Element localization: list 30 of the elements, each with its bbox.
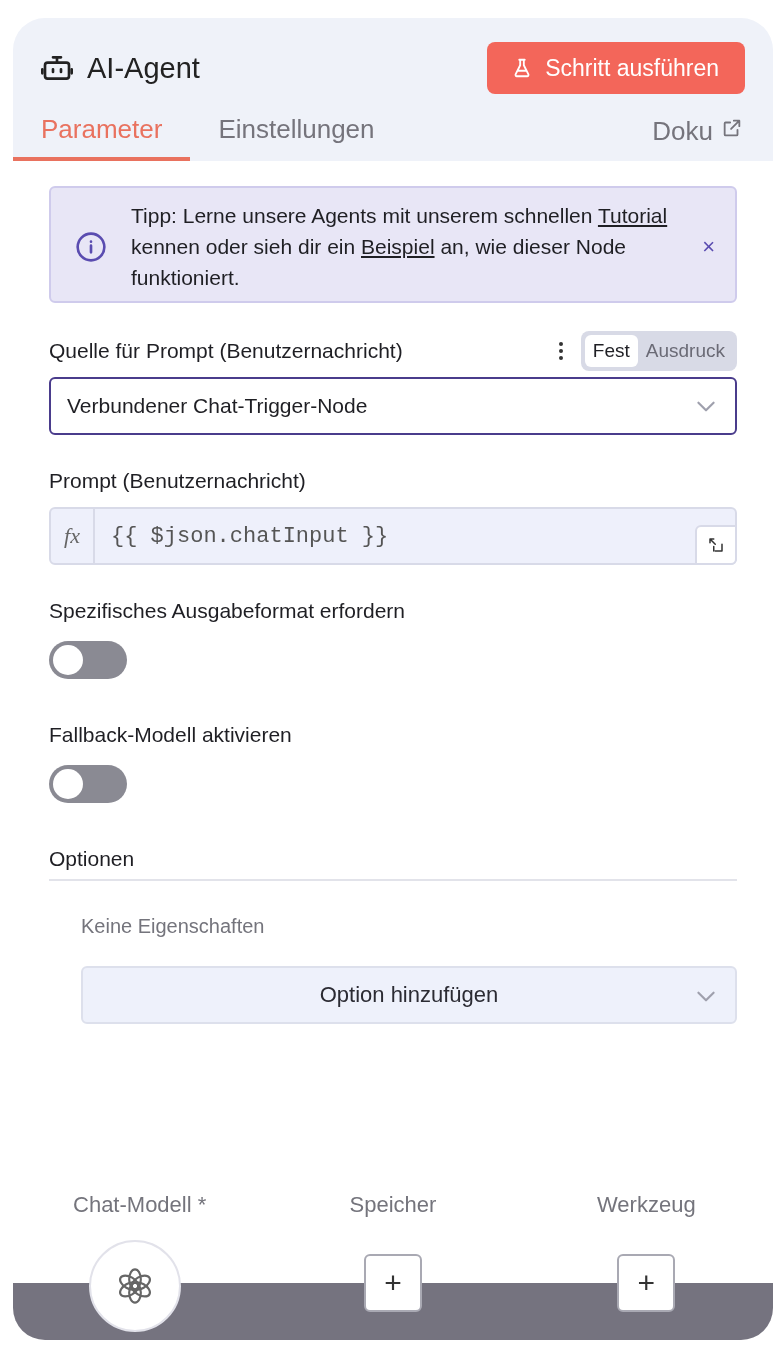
mode-option[interactable]: Ausdruck [637, 335, 733, 367]
field-label: Spezifisches Ausgabeformat erfordern [49, 599, 406, 623]
empty-text: Keine Eigenschaften [81, 915, 266, 938]
connector-label: Chat-Modell * [72, 1192, 208, 1218]
field-label: Fallback-Modell aktivieren [49, 723, 292, 747]
mode-option[interactable]: Fest [584, 335, 638, 367]
tip-link[interactable]: Tutorial [597, 204, 668, 227]
toggle-switch[interactable] [49, 765, 127, 803]
field-label: Prompt (Benutzernachricht) [49, 469, 306, 493]
add-button[interactable]: + [364, 1254, 422, 1312]
add-option-button[interactable]: Option hinzufügen [81, 966, 737, 1024]
expression-value: {{ $json.chatInput }} [110, 522, 389, 551]
connector-label: Werkzeug [596, 1192, 697, 1218]
tip-link[interactable]: Beispiel [361, 235, 435, 258]
toggle-switch[interactable] [49, 641, 127, 679]
select-field[interactable]: Verbundener Chat-Trigger-Node [49, 377, 737, 435]
expression-field[interactable]: fx {{ $json.chatInput }} [49, 507, 737, 565]
expand-icon [707, 536, 725, 554]
tip-text: Tipp: Lerne unsere Agents mit unserem schnellen Tutorial kennen oder sieh dir ein Beispiel an, wie dieser Node funktioniert. [131, 203, 669, 291]
section-title: Optionen [49, 847, 737, 881]
fx-label: fx [51, 509, 95, 563]
field-label: Quelle für Prompt (Benutzernachricht) [49, 339, 403, 363]
node-title: AI-Agent [87, 51, 200, 85]
docs-link[interactable]: Doku [652, 116, 743, 161]
expand-button[interactable] [695, 525, 737, 565]
tab[interactable]: Einstellungen [190, 114, 403, 161]
add-button[interactable]: + [617, 1254, 676, 1312]
info-icon [75, 230, 107, 263]
connector-label: Speicher [348, 1192, 438, 1218]
close-button[interactable]: × [692, 233, 715, 260]
